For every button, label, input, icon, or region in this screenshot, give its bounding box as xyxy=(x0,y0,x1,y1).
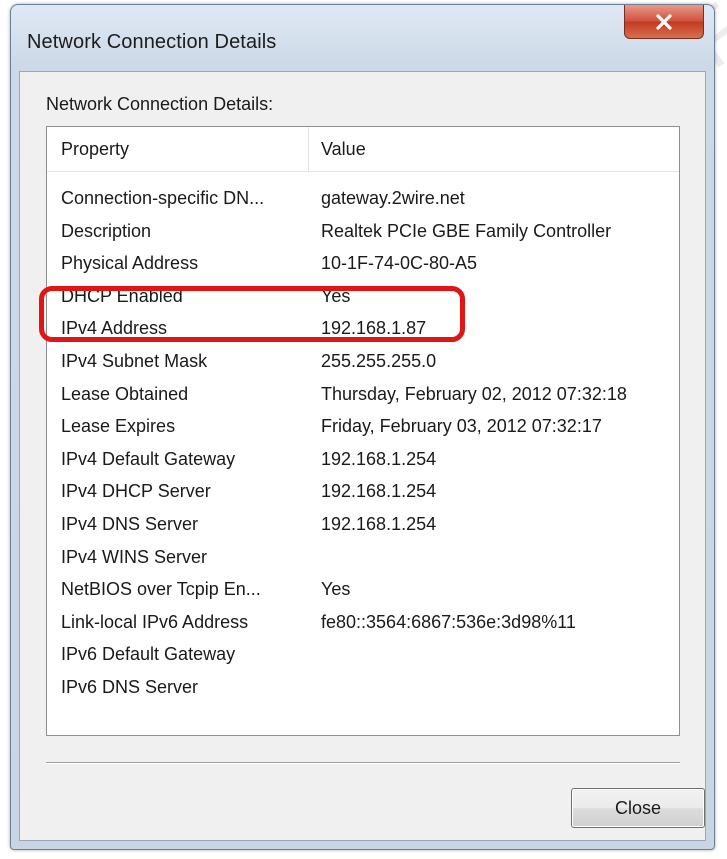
close-icon xyxy=(656,13,672,30)
details-list-view[interactable]: Property Value Connection-specific DN...… xyxy=(46,126,680,736)
table-row[interactable]: IPv4 WINS Server xyxy=(47,543,679,576)
property-cell: IPv4 Address xyxy=(61,318,168,339)
property-cell: Physical Address xyxy=(61,253,199,274)
table-row[interactable]: IPv4 Subnet Mask 255.255.255.0 xyxy=(47,347,679,380)
table-row[interactable]: IPv4 Default Gateway 192.168.1.254 xyxy=(47,445,679,478)
value-cell: 192.168.1.87 xyxy=(321,318,427,339)
table-row[interactable]: IPv4 Address 192.168.1.87 xyxy=(47,314,679,347)
separator-line xyxy=(46,762,680,764)
value-cell: Yes xyxy=(321,285,351,306)
table-row[interactable]: Connection-specific DN... gateway.2wire.n… xyxy=(47,184,679,217)
property-cell: Lease Expires xyxy=(61,416,176,437)
table-row[interactable]: IPv6 Default Gateway xyxy=(47,640,679,673)
property-cell: Lease Obtained xyxy=(61,383,189,404)
property-cell: Link-local IPv6 Address xyxy=(61,611,249,632)
value-cell: 10-1F-74-0C-80-A5 xyxy=(321,253,478,274)
property-cell: IPv6 DNS Server xyxy=(61,676,199,697)
dialog-client-area: Network Connection Details: Property Val… xyxy=(19,71,706,841)
table-row[interactable]: DHCP Enabled Yes xyxy=(47,282,679,315)
property-cell: IPv4 DNS Server xyxy=(61,513,199,534)
window-close-button[interactable] xyxy=(624,5,704,39)
table-row[interactable]: Description Realtek PCIe GBE Family Contr… xyxy=(47,217,679,250)
table-row[interactable]: IPv4 DNS Server 192.168.1.254 xyxy=(47,510,679,543)
value-cell: 192.168.1.254 xyxy=(321,513,437,534)
property-cell: Connection-specific DN... xyxy=(61,188,265,208)
dialog-window: Network Connection Details Network Conne… xyxy=(10,4,715,850)
stage: For F Network Connection Details Network… xyxy=(0,0,727,859)
value-cell: Realtek PCIe GBE Family Controller xyxy=(321,220,612,241)
table-row[interactable]: Lease Obtained Thursday, February 02, 201… xyxy=(47,380,679,413)
table-row[interactable]: Lease Expires Friday, February 03, 2012 0… xyxy=(47,412,679,445)
value-cell: fe80::3564:6867:536e:3d98%11 xyxy=(321,611,576,632)
list-rows: Connection-specific DN... gateway.2wire.n… xyxy=(47,184,679,706)
table-row[interactable]: NetBIOS over Tcpip En... Yes xyxy=(47,575,679,608)
property-cell: IPv6 Default Gateway xyxy=(61,644,236,665)
table-row[interactable]: IPv6 DNS Server xyxy=(47,673,679,706)
value-cell: 255.255.255.0 xyxy=(321,350,437,371)
list-header: Property Value xyxy=(47,127,679,172)
table-row[interactable]: Link-local IPv6 Address fe80::3564:6867:5… xyxy=(47,608,679,641)
column-header-property[interactable]: Property xyxy=(47,127,309,171)
value-cell: Yes xyxy=(321,579,351,600)
column-header-value[interactable]: Value xyxy=(309,127,681,171)
property-cell: NetBIOS over Tcpip En... xyxy=(61,579,261,600)
table-row[interactable]: IPv4 DHCP Server 192.168.1.254 xyxy=(47,477,679,510)
value-cell: gateway.2wire.net xyxy=(321,188,465,208)
property-cell: IPv4 Subnet Mask xyxy=(61,350,208,371)
property-cell: IPv4 Default Gateway xyxy=(61,448,236,469)
table-row[interactable]: Physical Address 10-1F-74-0C-80-A5 xyxy=(47,249,679,282)
details-group-label: Network Connection Details: xyxy=(46,94,274,114)
property-cell: IPv4 DHCP Server xyxy=(61,481,211,502)
title-bar[interactable]: Network Connection Details xyxy=(11,5,714,73)
value-cell: Thursday, February 02, 2012 07:32:18 xyxy=(321,383,627,404)
property-cell: Description xyxy=(61,220,152,241)
value-cell: 192.168.1.254 xyxy=(321,481,437,502)
value-cell: 192.168.1.254 xyxy=(321,448,437,469)
value-cell: Friday, February 03, 2012 07:32:17 xyxy=(321,416,602,437)
property-cell: DHCP Enabled xyxy=(61,285,183,306)
window-title: Network Connection Details xyxy=(27,31,277,53)
property-cell: IPv4 WINS Server xyxy=(61,546,208,567)
close-button[interactable]: Close xyxy=(571,788,705,828)
